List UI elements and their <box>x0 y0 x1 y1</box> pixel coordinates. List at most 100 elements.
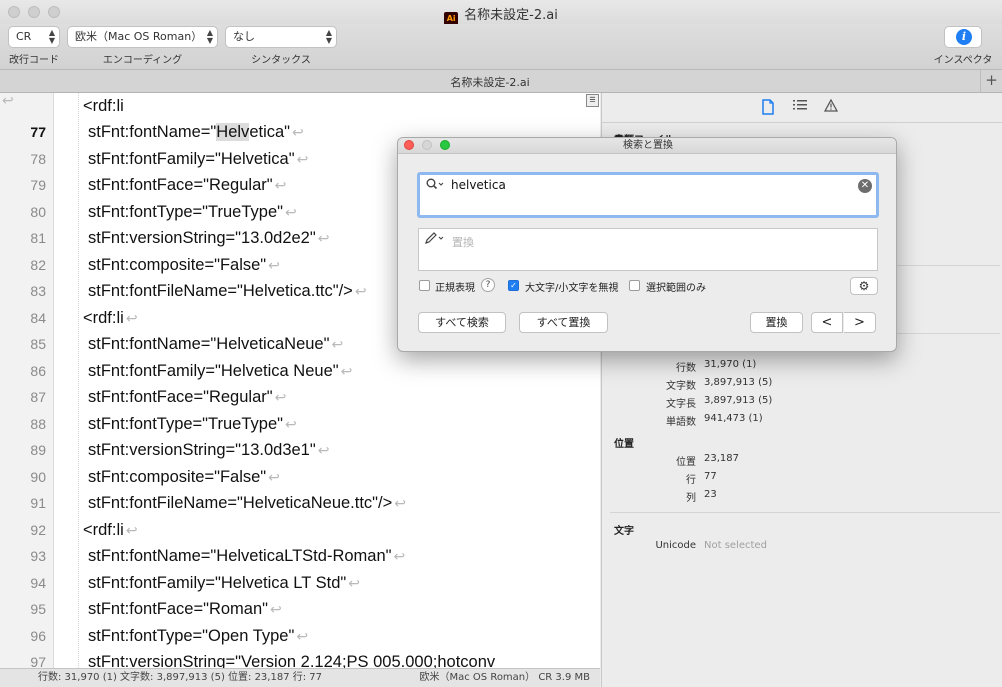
return-mark-icon: ↩ <box>285 415 297 432</box>
find-replace-dialog: 検索と置換 helvetica ✕ 置換 正規表現 ? ✓ 大文字/小文字を無視… <box>397 137 897 352</box>
line-code: <rdf:li ↩ <box>83 520 138 539</box>
line-code: <rdf:li ↩ <box>83 308 138 327</box>
line-code: stFnt:fontType="TrueType" ↩ <box>88 414 297 433</box>
char-length-key: 文字長 <box>666 399 696 410</box>
row-key: 行 <box>686 475 696 486</box>
chevron-updown-icon: ▲ ▼ <box>325 28 332 45</box>
replace-all-button[interactable]: すべて置換 <box>519 312 608 333</box>
in-selection-checkbox[interactable] <box>629 280 640 291</box>
line-number: 77 <box>30 124 46 140</box>
line-code: stFnt:fontType="Open Type" ↩ <box>88 626 309 645</box>
new-tab-button[interactable]: + <box>980 70 1002 93</box>
line-code: stFnt:fontFace="Roman" ↩ <box>88 600 282 618</box>
return-mark-icon: ↩ <box>393 548 406 564</box>
character-section-title: 文字 <box>614 526 634 537</box>
return-mark-icon: ↩ <box>340 362 353 379</box>
line-code: stFnt:fontFamily="Helvetica Neue" ↩ <box>88 361 353 380</box>
split-editor-button[interactable]: ☰ <box>586 94 599 107</box>
return-mark-icon: ↩ <box>268 468 280 485</box>
word-count-key: 単語数 <box>666 417 696 428</box>
dialog-minimize-button[interactable] <box>422 140 432 150</box>
encoding-popup[interactable]: 欧米（Mac OS Roman） ▲ ▼ <box>67 26 218 48</box>
line-number: 82 <box>30 256 46 273</box>
clear-search-icon[interactable]: ✕ <box>858 179 872 193</box>
editor-line: 91 stFnt:fontFileName="HelveticaNeue.ttc"… <box>0 490 600 517</box>
editor-line: 87 stFnt:fontFace="Regular" ↩ <box>0 384 600 411</box>
row-value: 77 <box>704 471 717 482</box>
line-number: 83 <box>30 283 46 299</box>
gear-icon[interactable]: ⚙ <box>850 277 878 295</box>
return-mark-icon: ↩ <box>2 93 14 109</box>
line-number: 88 <box>30 415 46 432</box>
line-number: 96 <box>30 627 46 644</box>
status-encoding: 欧米（Mac OS Roman） CR 3.9 MB <box>419 672 590 683</box>
line-code: stFnt:versionString="13.0d3e1" ↩ <box>88 441 330 459</box>
magnifier-icon[interactable] <box>426 178 444 193</box>
find-next-button[interactable]: > <box>844 312 876 333</box>
line-code: stFnt:fontType="TrueType" ↩ <box>88 202 297 221</box>
editor-line: 88 stFnt:fontType="TrueType" ↩ <box>0 411 600 438</box>
search-field[interactable]: helvetica ✕ <box>417 172 879 218</box>
return-mark-icon: ↩ <box>348 574 360 591</box>
return-mark-icon: ↩ <box>317 230 330 246</box>
line-code: stFnt:fontFileName="HelveticaNeue.ttc"/>… <box>88 494 406 512</box>
find-previous-button[interactable]: < <box>811 312 843 333</box>
line-code: stFnt:composite="False" ↩ <box>88 255 280 274</box>
inspector-tabs <box>602 93 1002 123</box>
selection-highlight: Helv <box>216 123 250 141</box>
title-bar: Ai 名称未設定-2.ai <box>0 0 1002 26</box>
search-input[interactable]: helvetica <box>451 178 506 192</box>
line-ending-popup[interactable]: CR ▲ ▼ <box>8 26 60 48</box>
replace-field[interactable]: 置換 <box>418 228 878 271</box>
char-length-value: 3,897,913 (5) <box>704 395 773 406</box>
outline-list-icon[interactable] <box>791 99 809 117</box>
column-value: 23 <box>704 489 717 500</box>
editor-line-partial: <rdf:li ↩ <box>0 93 600 119</box>
tab-bar: 名称未設定-2.ai + <box>0 70 1002 93</box>
unicode-value: Not selected <box>704 540 767 551</box>
status-bar: 行数: 31,970 (1) 文字数: 3,897,913 (5) 位置: 23… <box>0 668 600 687</box>
line-code: stFnt:fontFace="Regular" ↩ <box>88 388 287 406</box>
line-number: 86 <box>30 362 46 379</box>
char-count-key: 文字数 <box>666 381 696 392</box>
warning-icon[interactable] <box>822 98 840 117</box>
line-number: 85 <box>30 336 46 352</box>
line-code: stFnt:fontFamily="Helvetica" ↩ <box>88 149 309 168</box>
line-code: stFnt:versionString="13.0d2e2" ↩ <box>88 229 330 247</box>
editor-line: 97 stFnt:versionString="Version 2.124;PS … <box>0 649 600 668</box>
chevron-updown-icon: ▲ ▼ <box>48 28 55 45</box>
position-value: 23,187 <box>704 453 739 464</box>
pencil-icon[interactable] <box>425 232 445 247</box>
return-mark-icon: ↩ <box>331 336 344 352</box>
replace-button[interactable]: 置換 <box>750 312 803 333</box>
line-number: 87 <box>30 389 46 405</box>
char-count-value: 3,897,913 (5) <box>704 377 773 388</box>
line-number: 90 <box>30 468 46 485</box>
line-ending-label: 改行コード <box>9 55 59 66</box>
return-mark-icon: ↩ <box>274 389 287 405</box>
line-number: 81 <box>30 230 46 246</box>
return-mark-icon: ↩ <box>354 283 367 299</box>
syntax-label: シンタックス <box>251 55 311 66</box>
ignore-case-checkbox[interactable]: ✓ <box>508 280 519 291</box>
tab-document[interactable]: 名称未設定-2.ai <box>0 74 980 90</box>
chevron-updown-icon: ▲ ▼ <box>206 28 213 45</box>
regex-checkbox[interactable] <box>419 280 430 291</box>
dialog-zoom-button[interactable] <box>440 140 450 150</box>
inspector-label: インスペクタ <box>933 55 993 66</box>
line-code: stFnt:fontFamily="Helvetica LT Std" ↩ <box>88 573 360 592</box>
document-icon[interactable] <box>759 99 777 117</box>
position-key: 位置 <box>676 457 696 468</box>
dialog-title: 検索と置換 <box>623 140 673 151</box>
help-button[interactable]: ? <box>481 278 495 292</box>
line-code: stFnt:composite="False" ↩ <box>88 467 280 486</box>
line-code: stFnt:fontName="Helvetica" ↩ <box>88 123 304 141</box>
inspector-button[interactable]: i <box>944 26 982 48</box>
window-title: Ai 名称未設定-2.ai <box>0 4 1002 26</box>
find-all-button[interactable]: すべて検索 <box>418 312 506 333</box>
dialog-close-button[interactable] <box>404 140 414 150</box>
word-count-value: 941,473 (1) <box>704 413 763 424</box>
replace-input[interactable]: 置換 <box>452 234 474 250</box>
editor-line: 95 stFnt:fontFace="Roman" ↩ <box>0 596 600 623</box>
syntax-popup[interactable]: なし ▲ ▼ <box>225 26 337 48</box>
